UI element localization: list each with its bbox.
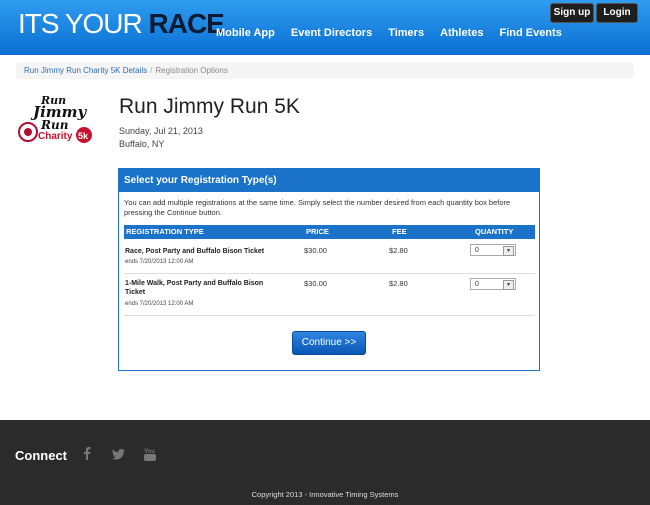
site-footer: Connect You Copyright 2013 - Innovative … bbox=[0, 420, 650, 505]
connect-heading: Connect bbox=[15, 448, 67, 463]
row-price: $30.00 bbox=[304, 246, 327, 255]
logo-5k: 5k bbox=[78, 131, 89, 141]
event-title: Run Jimmy Run 5K bbox=[119, 95, 300, 118]
nav-athletes[interactable]: Athletes bbox=[440, 27, 483, 39]
youtube-icon[interactable]: You bbox=[144, 447, 156, 461]
event-city: Buffalo, NY bbox=[119, 139, 165, 149]
panel-heading: Select your Registration Type(s) bbox=[119, 169, 539, 192]
logo-race: RACE bbox=[148, 8, 225, 39]
panel-intro: You can add multiple registrations at th… bbox=[124, 198, 511, 217]
nav-find-events[interactable]: Find Events bbox=[499, 27, 561, 39]
quantity-value: 0 bbox=[475, 247, 479, 254]
nav-timers[interactable]: Timers bbox=[388, 27, 424, 39]
table-row: 1-Mile Walk, Post Party and Buffalo Biso… bbox=[124, 273, 535, 316]
quantity-select[interactable]: 0 ▼ bbox=[470, 278, 516, 290]
nav-mobile-app[interactable]: Mobile App bbox=[216, 27, 275, 39]
event-date: Sunday, Jul 21, 2013 bbox=[119, 126, 203, 136]
quantity-value: 0 bbox=[475, 281, 479, 288]
site-header: ITS YOUR RACE Mobile App Event Directors… bbox=[0, 0, 650, 55]
chevron-down-icon[interactable]: ▼ bbox=[503, 280, 514, 290]
twitter-icon[interactable] bbox=[112, 449, 125, 460]
row-fee: $2.80 bbox=[389, 246, 408, 255]
nav-event-directors[interactable]: Event Directors bbox=[291, 27, 372, 39]
breadcrumb: Run Jimmy Run Charity 5K Details / Registr… bbox=[16, 62, 634, 79]
col-registration-type: REGISTRATION TYPE bbox=[126, 227, 204, 236]
quantity-select[interactable]: 0 ▼ bbox=[470, 244, 516, 256]
breadcrumb-current: Registration Options bbox=[155, 66, 228, 75]
youtube-icon-tube-bg bbox=[144, 454, 156, 461]
col-quantity: QUANTITY bbox=[475, 227, 514, 236]
logo-charity: Charity bbox=[38, 131, 73, 142]
breadcrumb-event-link[interactable]: Run Jimmy Run Charity 5K Details bbox=[24, 66, 147, 75]
row-price: $30.00 bbox=[304, 279, 327, 288]
signup-button[interactable]: Sign up bbox=[550, 3, 594, 23]
col-fee: FEE bbox=[392, 227, 407, 236]
logo-run-bottom: Run bbox=[40, 118, 68, 132]
row-ends: ends 7/20/2013 12:00 AM bbox=[125, 259, 194, 265]
row-fee: $2.80 bbox=[389, 279, 408, 288]
row-name: Race, Post Party and Buffalo Bison Ticke… bbox=[125, 248, 265, 255]
main-nav: Mobile App Event Directors Timers Athlet… bbox=[216, 27, 578, 39]
registration-table-header: REGISTRATION TYPE PRICE FEE QUANTITY bbox=[124, 225, 535, 239]
logo-prefix: ITS YOUR bbox=[18, 8, 149, 39]
col-price: PRICE bbox=[306, 227, 329, 236]
continue-button[interactable]: Continue >> bbox=[292, 331, 366, 355]
breadcrumb-separator: / bbox=[150, 66, 153, 75]
login-button[interactable]: Login bbox=[596, 3, 638, 23]
row-ends: ends 7/20/2013 12:00 AM bbox=[125, 301, 194, 307]
event-logo: Run Jimmy Run Charity 5k bbox=[18, 94, 92, 143]
copyright-text: Copyright 2013 - Innovative Timing Syste… bbox=[251, 490, 399, 499]
site-logo[interactable]: ITS YOUR RACE bbox=[18, 8, 225, 40]
table-row: Race, Post Party and Buffalo Bison Ticke… bbox=[124, 242, 535, 274]
row-name: 1-Mile Walk, Post Party and Buffalo Biso… bbox=[125, 280, 264, 296]
chevron-down-icon[interactable]: ▼ bbox=[503, 246, 514, 256]
facebook-icon[interactable] bbox=[82, 447, 92, 460]
logo-emblem-center bbox=[24, 128, 32, 136]
